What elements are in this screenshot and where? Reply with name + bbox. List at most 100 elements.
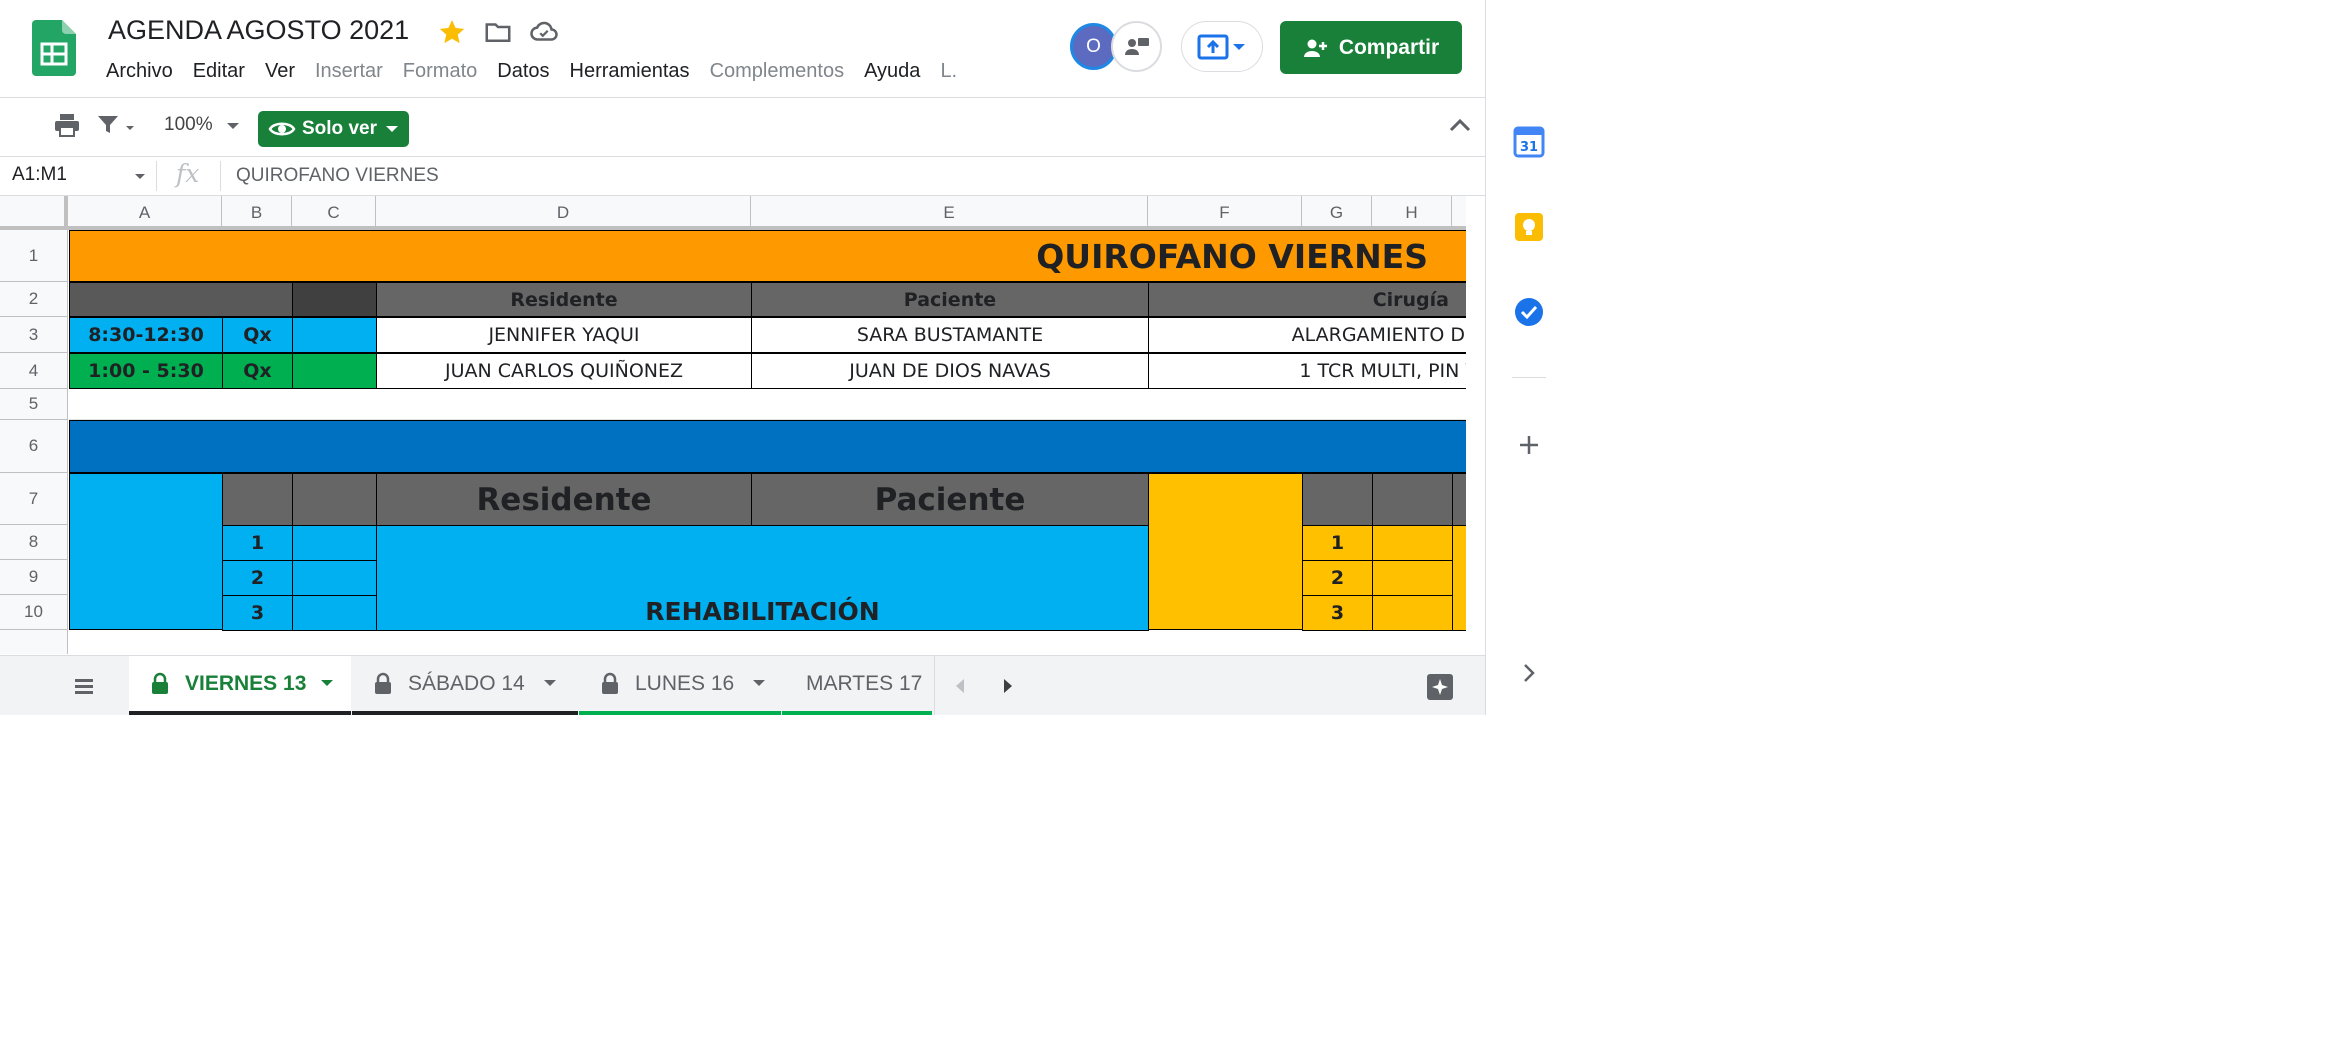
print-icon[interactable]	[53, 112, 81, 138]
merged-cell-a7[interactable]	[69, 473, 223, 630]
header-cell-residente[interactable]: Residente	[376, 282, 752, 317]
number-cell-right-1[interactable]: 1	[1302, 525, 1373, 561]
paciente-cell-row4[interactable]: JUAN DE DIOS NAVAS	[751, 353, 1149, 389]
type-cell-row3[interactable]: Qx	[222, 317, 293, 353]
row-header-2[interactable]: 2	[0, 282, 68, 317]
row-header-11[interactable]	[0, 630, 68, 654]
share-button[interactable]: Compartir	[1280, 21, 1462, 74]
empty-row-5[interactable]	[69, 389, 1466, 420]
row-header-9[interactable]: 9	[0, 560, 68, 595]
header-cell-g7[interactable]	[1302, 473, 1373, 526]
header-cell-b7[interactable]	[222, 473, 293, 526]
paciente-header-block2[interactable]: Paciente	[751, 473, 1149, 526]
menu-last-edit[interactable]: L.	[940, 60, 957, 88]
cell-c9[interactable]	[292, 560, 377, 596]
color-cell-row3[interactable]	[292, 317, 377, 353]
residente-header-block2[interactable]: Residente	[376, 473, 752, 526]
time-cell-row3[interactable]: 8:30-12:30	[69, 317, 223, 353]
menu-ver[interactable]: Ver	[265, 60, 295, 88]
present-button[interactable]	[1181, 21, 1263, 72]
residente-cell-row3[interactable]: JENNIFER YAQUI	[376, 317, 752, 353]
expand-panel-icon[interactable]	[1512, 656, 1546, 690]
tab-viernes-13[interactable]: VIERNES 13	[129, 656, 351, 715]
add-addon-icon[interactable]	[1512, 428, 1546, 462]
column-header-d[interactable]: D	[376, 196, 751, 230]
cell-c10[interactable]	[292, 595, 377, 631]
tasks-icon[interactable]	[1512, 295, 1546, 329]
cloud-saved-icon[interactable]	[529, 17, 559, 47]
scroll-tabs-right-icon[interactable]	[1002, 678, 1014, 694]
title-cell[interactable]: QUIROFANO VIERNES	[69, 230, 1466, 282]
header-cell-c[interactable]	[292, 282, 377, 317]
column-header-c[interactable]: C	[292, 196, 376, 230]
zoom-chevron-icon[interactable]	[226, 122, 240, 131]
column-header-e[interactable]: E	[751, 196, 1148, 230]
star-icon[interactable]	[437, 17, 467, 47]
column-header-f[interactable]: F	[1148, 196, 1302, 230]
column-header-h[interactable]: H	[1372, 196, 1452, 230]
all-sheets-icon[interactable]	[73, 676, 97, 696]
number-cell-right-2[interactable]: 2	[1302, 560, 1373, 596]
number-cell-1[interactable]: 1	[222, 525, 293, 561]
rehabilitacion-cell[interactable]: REHABILITACIÓN	[376, 525, 1149, 631]
merged-cell-f7[interactable]	[1148, 473, 1303, 630]
row-header-10[interactable]: 10	[0, 595, 68, 630]
row-header-8[interactable]: 8	[0, 525, 68, 560]
formula-input[interactable]: QUIROFANO VIERNES	[236, 165, 439, 187]
row-header-6[interactable]: 6	[0, 420, 68, 473]
zoom-select[interactable]: 100%	[164, 114, 213, 136]
cirugia-cell-row3[interactable]: ALARGAMIENTO DE	[1148, 317, 1466, 353]
calendar-icon[interactable]: 31	[1512, 125, 1546, 159]
explore-icon[interactable]	[1425, 672, 1455, 702]
time-cell-row4[interactable]: 1:00 - 5:30	[69, 353, 223, 389]
color-cell-row4[interactable]	[292, 353, 377, 389]
chat-icon[interactable]	[1111, 21, 1162, 72]
header-cell-c7[interactable]	[292, 473, 377, 526]
residente-cell-row4[interactable]: JUAN CARLOS QUIÑONEZ	[376, 353, 752, 389]
tab-martes-17[interactable]: MARTES 17	[782, 656, 932, 715]
namebox-chevron-icon[interactable]	[134, 173, 146, 181]
number-cell-3[interactable]: 3	[222, 595, 293, 631]
collaborator-avatar[interactable]: O	[1070, 23, 1117, 70]
select-all-corner[interactable]	[0, 196, 68, 230]
menu-formato[interactable]: Formato	[403, 60, 477, 88]
header-cell-h7[interactable]	[1372, 473, 1453, 526]
keep-icon[interactable]	[1512, 210, 1546, 244]
menu-editar[interactable]: Editar	[193, 60, 245, 88]
row-header-3[interactable]: 3	[0, 317, 68, 353]
section-banner-cell[interactable]	[69, 420, 1466, 473]
header-cell-i7[interactable]	[1452, 473, 1466, 526]
column-header-a[interactable]: A	[68, 196, 222, 230]
collapse-menus-icon[interactable]	[1448, 117, 1472, 133]
number-cell-right-3[interactable]: 3	[1302, 595, 1373, 631]
tab-lunes-16[interactable]: LUNES 16	[579, 656, 781, 715]
filter-icon[interactable]	[96, 112, 138, 138]
cell-h9[interactable]	[1372, 560, 1453, 596]
view-only-button[interactable]: Solo ver	[258, 111, 409, 147]
tab-sabado-14[interactable]: SÁBADO 14	[352, 656, 578, 715]
menu-archivo[interactable]: Archivo	[106, 60, 173, 88]
row-header-4[interactable]: 4	[0, 353, 68, 389]
header-cell-paciente[interactable]: Paciente	[751, 282, 1149, 317]
menu-complementos[interactable]: Complementos	[710, 60, 845, 88]
menu-insertar[interactable]: Insertar	[315, 60, 383, 88]
type-cell-row4[interactable]: Qx	[222, 353, 293, 389]
number-cell-2[interactable]: 2	[222, 560, 293, 596]
column-header-i[interactable]	[1452, 196, 1466, 230]
paciente-cell-row3[interactable]: SARA BUSTAMANTE	[751, 317, 1149, 353]
row-header-5[interactable]: 5	[0, 389, 68, 420]
menu-ayuda[interactable]: Ayuda	[864, 60, 920, 88]
cell-h8[interactable]	[1372, 525, 1453, 561]
row-header-7[interactable]: 7	[0, 473, 68, 525]
header-cell-ab[interactable]	[69, 282, 294, 317]
document-title[interactable]: AGENDA AGOSTO 2021	[108, 15, 409, 46]
menu-herramientas[interactable]: Herramientas	[570, 60, 690, 88]
move-folder-icon[interactable]	[483, 17, 513, 47]
menu-datos[interactable]: Datos	[497, 60, 549, 88]
cell-i8[interactable]	[1452, 525, 1466, 631]
header-cell-cirugia[interactable]: Cirugía	[1148, 282, 1466, 317]
column-header-g[interactable]: G	[1302, 196, 1372, 230]
column-header-b[interactable]: B	[222, 196, 292, 230]
sheets-logo-icon[interactable]	[32, 20, 76, 76]
scroll-tabs-left-icon[interactable]	[954, 678, 966, 694]
